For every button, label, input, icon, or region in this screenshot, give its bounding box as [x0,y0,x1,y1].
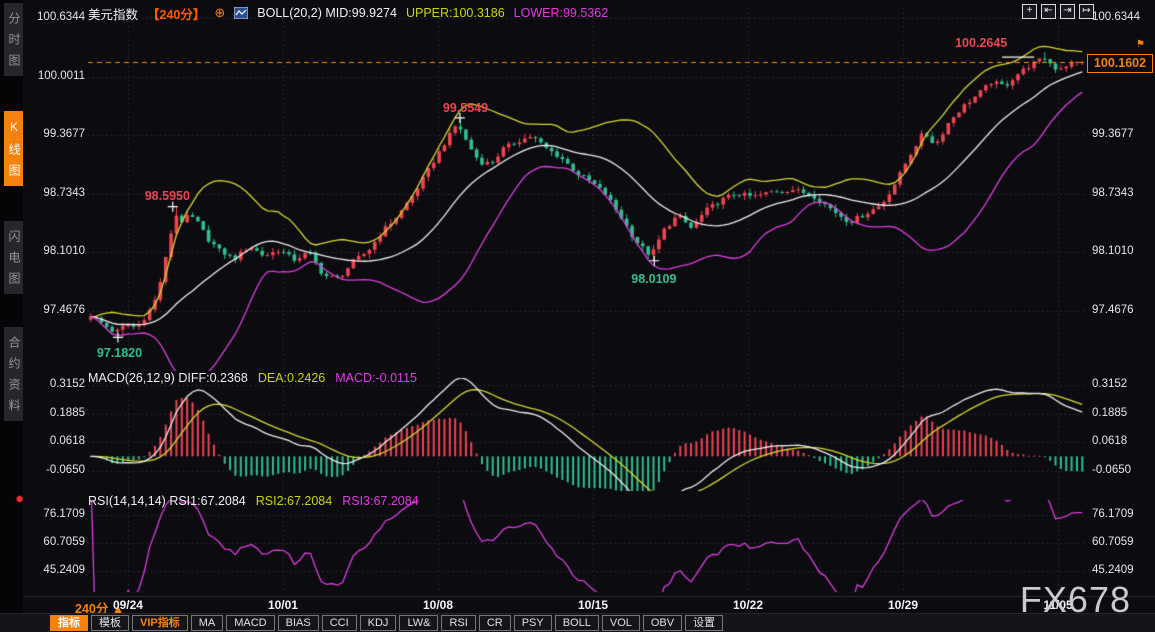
last-price-tag[interactable]: 100.1602 [1087,54,1153,73]
add-indicator-icon[interactable]: ⊕ [214,5,225,21]
main-axis-label-right: 97.4676 [1092,304,1134,316]
date-label: 10/22 [733,598,763,612]
toolbar-button-15[interactable]: OBV [643,615,682,631]
rsi-header: RSI(14,14,14) RSI1:67.2084 RSI2:67.2084 … [88,494,419,508]
crosshair-icon[interactable]: + [1022,4,1037,19]
toolbar-button-16[interactable]: 设置 [685,615,723,631]
main-axis-label-right: 100.6344 [1092,11,1140,23]
watermark: FX678 [1020,579,1131,621]
high-annotation: 98.5950 [145,189,190,203]
toolbar-button-9[interactable]: LW& [399,615,438,631]
boll-upper-value: UPPER:100.3186 [406,6,505,20]
rsi2-value: RSI2:67.2084 [256,494,332,508]
rsi-pane[interactable] [88,500,1085,592]
toolbar-button-12[interactable]: PSY [514,615,552,631]
macd-axis-label-right: 0.3152 [1092,378,1127,390]
high-annotation: 99.5549 [443,101,488,115]
sidebar: 分时图 K线图闪电图合约资料 [0,0,23,613]
main-axis-label-left: 100.6344 [25,11,85,23]
toolbar-button-6[interactable]: BIAS [278,615,319,631]
live-indicator-icon: ✹ [15,493,24,506]
macd-axis-label-right: -0.0650 [1092,464,1131,476]
toolbar-button-1[interactable]: 指标 [50,615,88,631]
macd-axis-label-right: 0.0618 [1092,435,1127,447]
window-controls: + ⇤ ⇥ ↦ [1022,4,1094,19]
toolbar-button-3[interactable]: VIP指标 [132,615,188,631]
rsi-axis-label-left: 60.7059 [25,536,85,548]
macd-axis-label-left: 0.3152 [25,378,85,390]
macd-pane[interactable] [88,378,1085,491]
compress-left-icon[interactable]: ⇤ [1041,4,1056,19]
main-axis-label-left: 97.4676 [25,304,85,316]
main-axis-label-left: 99.3677 [25,128,85,140]
date-label: 10/01 [268,598,298,612]
macd-label: MACD(26,12,9) DIFF:0.2368 [88,371,248,385]
rsi-axis-label-right: 60.7059 [1092,536,1134,548]
main-axis-label-right: 99.3677 [1092,128,1134,140]
rsi-label: RSI(14,14,14) RSI1:67.2084 [88,494,246,508]
date-label: 09/24 [113,598,143,612]
toolbar-button-4[interactable]: MA [191,615,224,631]
chart-thumbnail-icon [234,7,248,19]
low-annotation: 98.0109 [631,272,676,286]
toolbar-button-2[interactable]: 模板 [91,615,129,631]
macd-dea-value: DEA:0.2426 [258,371,325,385]
main-axis-label-left: 98.7343 [25,187,85,199]
rsi-axis-label-right: 45.2409 [1092,564,1134,576]
main-chart-pane[interactable] [88,8,1085,370]
macd-header: MACD(26,12,9) DIFF:0.2368 DEA:0.2426 MAC… [88,371,417,385]
rsi-axis-label-left: 45.2409 [25,564,85,576]
boll-lower-value: LOWER:99.5362 [514,6,609,20]
period-tag: 【240分】 [147,4,205,23]
macd-macd-value: MACD:-0.0115 [335,371,417,385]
compress-right-icon[interactable]: ⇥ [1060,4,1075,19]
toolbar-button-11[interactable]: CR [479,615,511,631]
toolbar-button-7[interactable]: CCI [322,615,357,631]
boll-label: BOLL(20,2) MID:99.9274 [257,6,397,20]
date-label: 10/29 [888,598,918,612]
toolbar-button-14[interactable]: VOL [602,615,640,631]
toolbar-button-10[interactable]: RSI [441,615,475,631]
sidebar-tab-4[interactable]: 合约资料 [4,327,23,421]
macd-axis-label-left: 0.0618 [25,435,85,447]
symbol-title: 美元指数 [88,4,138,23]
time-axis: 240分 ▲ 09/2410/0110/0810/1510/2210/2911/… [23,596,1155,614]
date-label: 10/15 [578,598,608,612]
rsi-axis-label-right: 76.1709 [1092,508,1134,520]
main-axis-label-left: 98.1010 [25,245,85,257]
sidebar-tab-1[interactable]: 分时图 [4,3,23,76]
chart-header: 美元指数 【240分】 ⊕ BOLL(20,2) MID:99.9274 UPP… [88,5,608,21]
toolbar-button-8[interactable]: KDJ [360,615,397,631]
macd-axis-label-right: 0.1885 [1092,407,1127,419]
macd-axis-label-left: -0.0650 [25,464,85,476]
main-axis-label-right: 98.1010 [1092,245,1134,257]
rsi3-value: RSI3:67.2084 [342,494,418,508]
toolbar-button-5[interactable]: MACD [226,615,274,631]
toolbar-button-13[interactable]: BOLL [555,615,599,631]
date-label: 10/08 [423,598,453,612]
main-axis-label-right: 98.7343 [1092,187,1134,199]
macd-axis-label-left: 0.1885 [25,407,85,419]
indicator-toolbar: 指标模板VIP指标MAMACDBIASCCIKDJLW&RSICRPSYBOLL… [0,613,1155,632]
sidebar-tab-2[interactable]: K线图 [4,111,23,186]
high-annotation: 100.2645 [955,36,1007,50]
rsi-axis-label-left: 76.1709 [25,508,85,520]
price-alert-icon[interactable]: ⚑ [1136,39,1145,50]
sidebar-tab-3[interactable]: 闪电图 [4,221,23,294]
main-axis-label-left: 100.0011 [25,70,85,82]
low-annotation: 97.1820 [97,346,142,360]
pan-right-icon[interactable]: ↦ [1079,4,1094,19]
